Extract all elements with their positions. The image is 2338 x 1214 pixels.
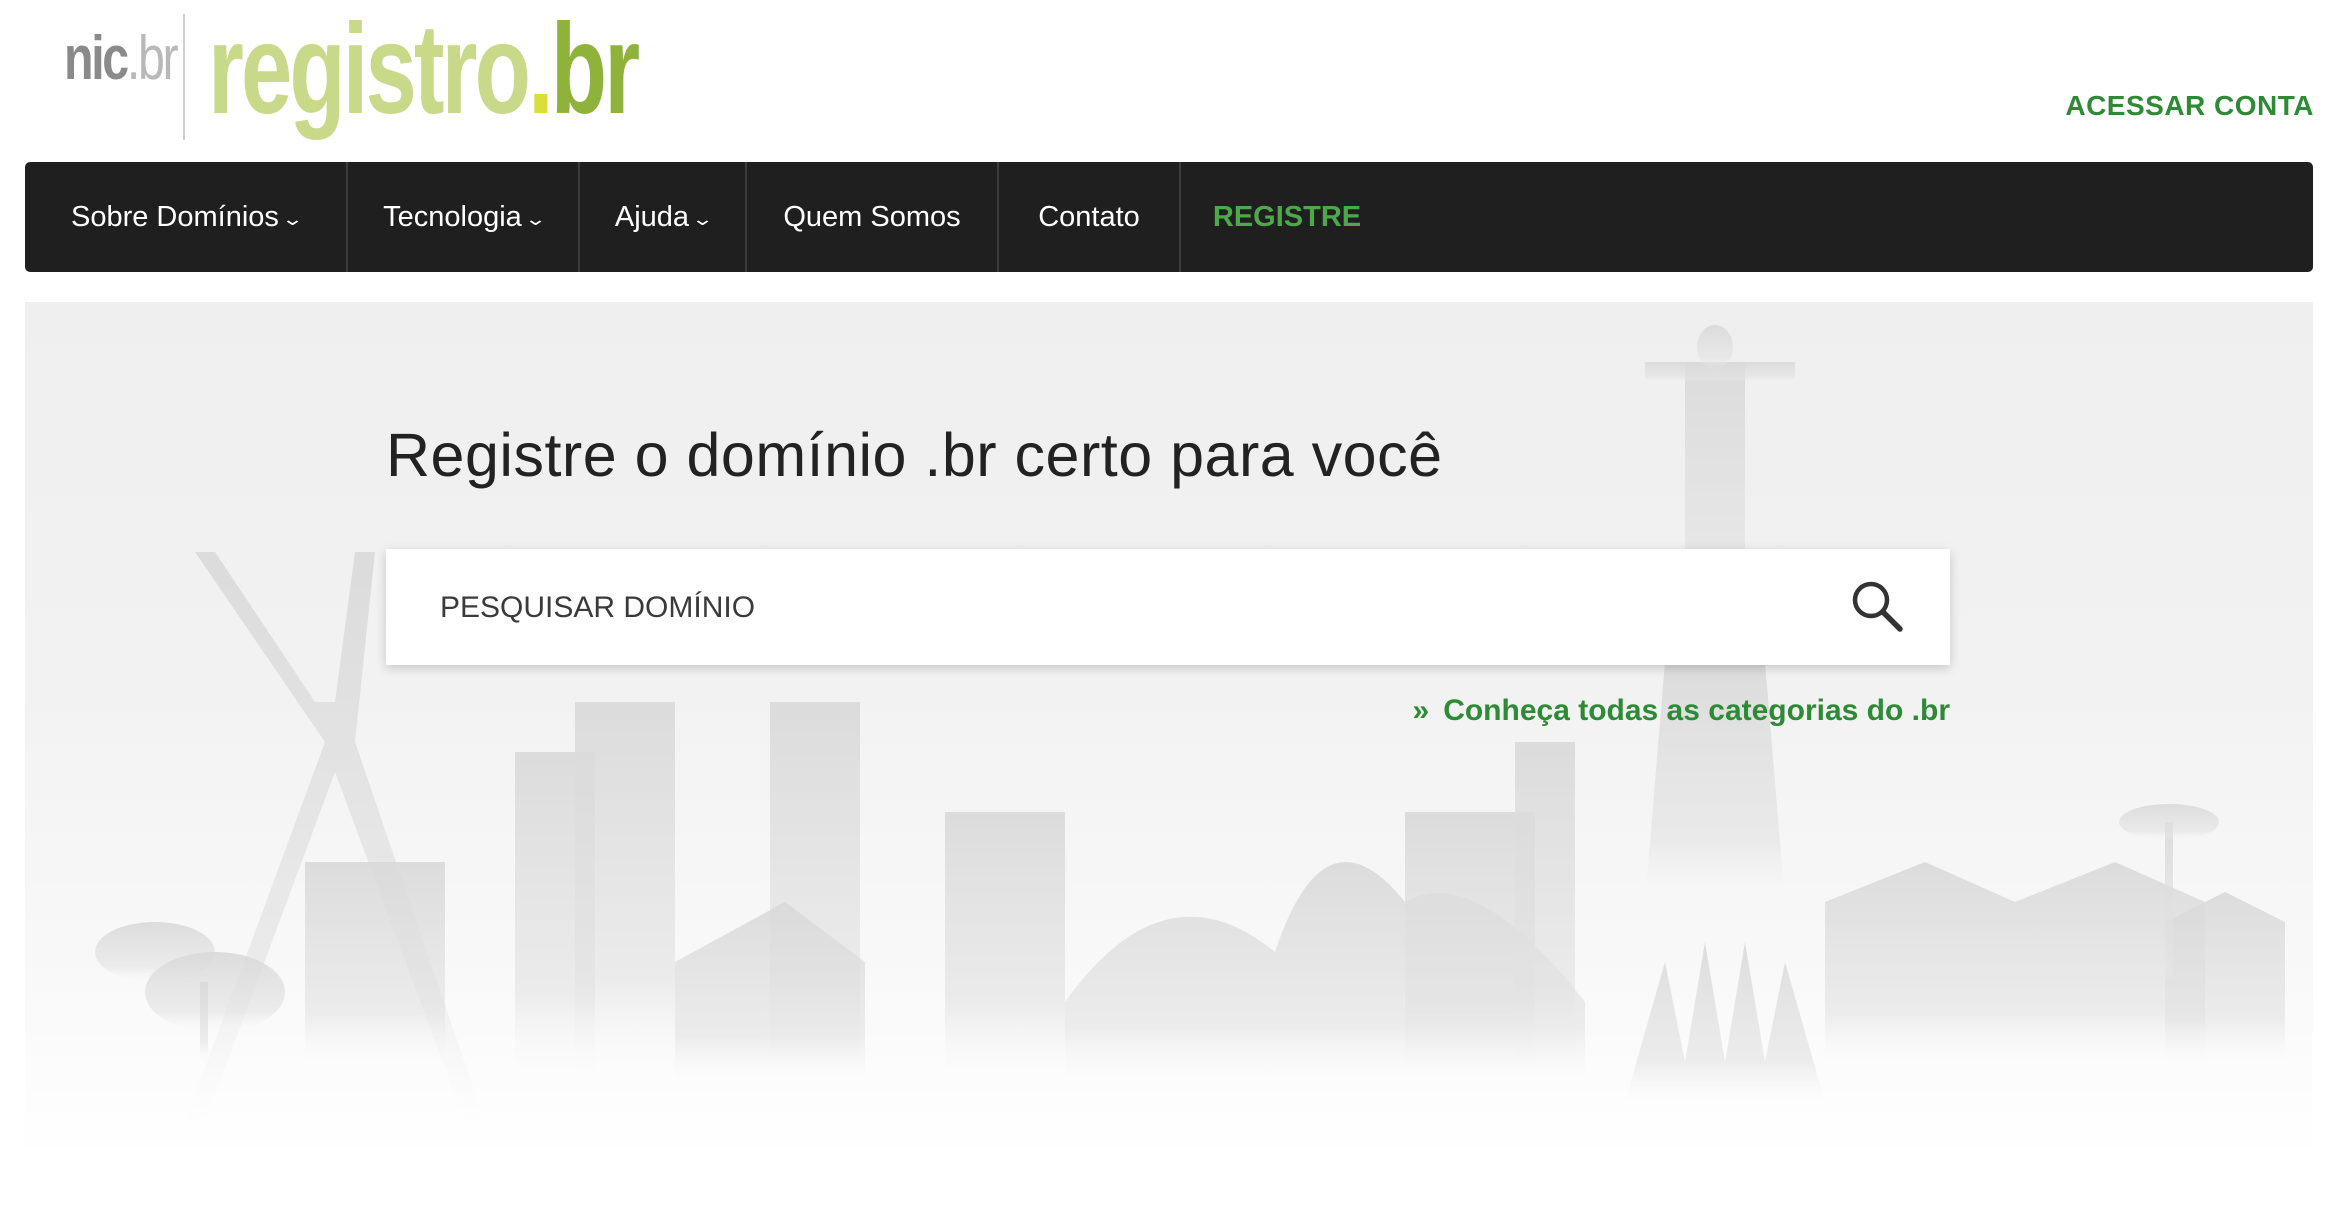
main-navbar: Sobre Domínios ⌄ Tecnologia ⌄ Ajuda ⌄ Quem … bbox=[25, 162, 2313, 272]
nav-ajuda[interactable]: Ajuda ⌄ bbox=[580, 162, 747, 272]
search-icon[interactable] bbox=[1848, 577, 1906, 635]
hero-title: Registre o domínio .br certo para você bbox=[386, 421, 1443, 489]
nav-label: Tecnologia bbox=[383, 200, 522, 233]
registro-br-logo[interactable]: registro.br bbox=[208, 0, 640, 140]
nav-registre[interactable]: REGISTRE bbox=[1181, 162, 1393, 272]
nav-contato[interactable]: Contato bbox=[999, 162, 1181, 272]
domain-search-box bbox=[386, 549, 1950, 665]
nav-label: Sobre Domínios bbox=[70, 200, 279, 233]
nav-label: Quem Somos bbox=[783, 200, 961, 233]
header: nic.br registro.br ACESSAR CONTA bbox=[0, 0, 2338, 160]
nav-sobre-dominios[interactable]: Sobre Domínios ⌄ bbox=[25, 162, 348, 272]
categories-link[interactable]: » Conheça todas as categorias do .br bbox=[1413, 694, 1951, 728]
nic-br-logo[interactable]: nic.br bbox=[64, 24, 179, 94]
hero-banner: Registre o domínio .br certo para você »… bbox=[25, 302, 2313, 1160]
nav-label: Contato bbox=[1038, 200, 1140, 233]
nav-label: Ajuda bbox=[614, 200, 690, 233]
chevron-down-icon: ⌄ bbox=[524, 208, 547, 229]
chevron-down-icon: ⌄ bbox=[691, 208, 714, 229]
domain-search-input[interactable] bbox=[438, 579, 1742, 637]
double-arrow-icon: » bbox=[1412, 694, 1430, 727]
access-account-link[interactable]: ACESSAR CONTA bbox=[2065, 90, 2314, 122]
chevron-down-icon: ⌄ bbox=[281, 208, 304, 229]
nav-quem-somos[interactable]: Quem Somos bbox=[747, 162, 999, 272]
nav-label: REGISTRE bbox=[1212, 200, 1362, 233]
categories-link-label: Conheça todas as categorias do .br bbox=[1443, 694, 1950, 727]
logo-divider bbox=[183, 14, 185, 140]
nav-tecnologia[interactable]: Tecnologia ⌄ bbox=[348, 162, 580, 272]
